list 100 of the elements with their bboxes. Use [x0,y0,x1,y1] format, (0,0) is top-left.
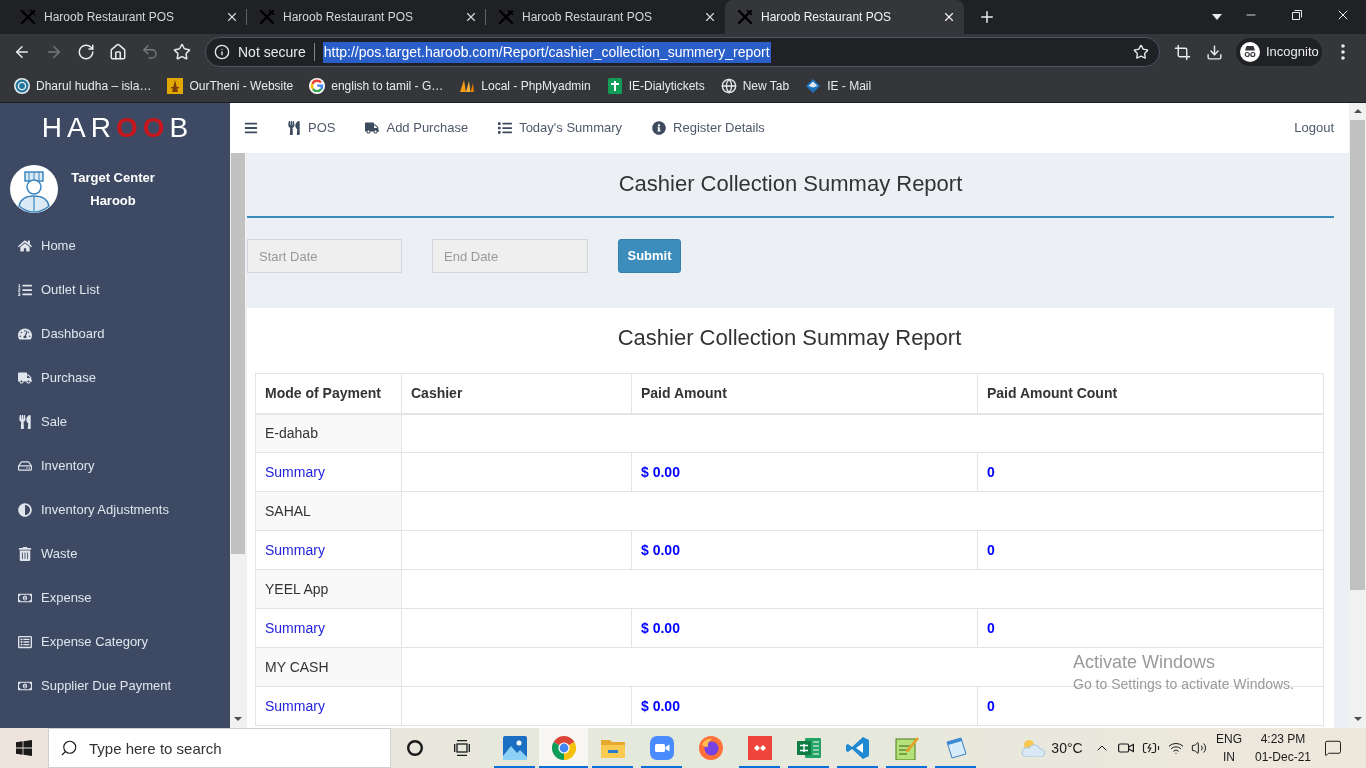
scroll-down-arrow-icon[interactable] [1353,717,1362,721]
close-icon [225,10,239,24]
crossed-utensils-icon [20,9,36,25]
sidebar-item[interactable]: Sale [0,400,230,444]
bookmark[interactable]: Dharul hudha – isla… [6,72,160,100]
numbered-list-icon [18,283,32,297]
bookmark[interactable]: Local - PhpMyadmin [451,72,599,100]
star-icon[interactable] [1133,44,1149,60]
language-button[interactable]: ENG IN [1210,728,1248,768]
fork-knife-icon [287,121,301,135]
outlet-name: Haroob [90,192,136,210]
vertical-dots-icon [1341,44,1345,60]
nav-link[interactable]: POS [272,103,351,153]
window-panes-icon [16,740,32,756]
picture-icon [502,736,527,760]
camera-icon [1118,742,1134,754]
home-icon [109,43,127,61]
paid-amount: $ 0.00 [641,541,680,558]
diamonds-icon [747,736,772,760]
taskbar-app-button[interactable] [539,728,588,768]
list-icon [18,635,32,649]
menu-icon [244,121,258,135]
url-text: http://pos.target.haroob.com/Report/cashier_collection_summery_report [322,41,771,63]
sidebar-item[interactable]: Inventory [0,444,230,488]
taskbar-search-field[interactable]: Type here to search [48,728,391,768]
download-icon [1205,43,1223,61]
folder-icon [600,738,625,758]
bookmark[interactable]: IE-Dialytickets [598,72,713,100]
submit-button[interactable]: Submit [618,239,681,273]
clock-button[interactable]: 4:23 PM 01-Dec-21 [1248,728,1318,768]
paid-amount: $ 0.00 [641,697,680,714]
diamond-logo-icon [805,78,822,94]
notepad-icon [943,736,968,760]
ring-icon [407,740,423,756]
task-view-icon [453,740,472,756]
bookmark[interactable]: OurTheni - Website [159,72,302,100]
nav-link[interactable]: Today's Summary [483,103,638,153]
fork-knife-icon [18,415,32,429]
sidebar-item[interactable]: Home [0,224,230,268]
logout-link[interactable]: Logout [1294,118,1334,138]
close-icon [942,10,956,24]
crossed-utensils-icon [737,9,753,25]
weather-button[interactable]: 30°C [1012,728,1090,768]
star-icon [173,43,191,61]
sidebar-item[interactable]: Purchase [0,356,230,400]
close-icon [703,10,717,24]
crossed-utensils-icon [259,9,275,25]
scrollbar-thumb[interactable] [231,153,245,554]
restore-icon [1292,10,1302,20]
scroll-down-arrow-icon[interactable] [234,717,242,721]
bookmark[interactable]: New Tab [712,72,798,100]
sidebar-item[interactable]: Supplier Due Payment [0,664,230,708]
code-ribbon-icon [845,736,870,760]
summary-link[interactable]: Summary [265,697,325,714]
browser-tab[interactable]: Haroob Restaurant POS [8,0,247,34]
chef-avatar-icon [10,165,58,213]
activation-subtitle: Go to Settings to activate Windows. [1073,675,1294,694]
start-date-field[interactable]: Start Date [247,239,402,273]
summary-link[interactable]: Summary [265,463,325,480]
sidebar-item[interactable]: Dashboard [0,312,230,356]
sailboat-logo-icon [459,78,476,94]
home-icon [18,239,32,253]
wifi-icon [1168,740,1184,756]
search-icon [60,739,78,757]
security-chip[interactable]: Not secure [214,41,306,63]
undo-icon [141,43,159,61]
bookmark[interactable]: IE - Mail [797,72,880,100]
nav-link[interactable]: Register Details [637,103,780,153]
browser-tab[interactable]: Haroob Restaurant POS [486,0,725,34]
info-icon [214,44,230,60]
activation-title: Activate Windows [1073,651,1217,673]
column-header: Mode of Payment [265,384,381,401]
end-date-field[interactable]: End Date [432,239,588,273]
bookmark[interactable]: english to tamil - G… [301,72,452,100]
profile-button[interactable]: Incognito [1236,38,1322,66]
paid-count: 0 [987,541,995,558]
column-header: Paid Amount [641,384,727,401]
browser-tab[interactable]: Haroob Restaurant POS [725,0,964,34]
paid-count: 0 [987,697,995,714]
gauge-icon [18,327,32,341]
sidebar-item[interactable]: Waste [0,532,230,576]
trash-icon [18,547,32,561]
nav-link[interactable]: Add Purchase [350,103,484,153]
sidebar-item[interactable]: Expense Category [0,620,230,664]
table-cell: MY CASH [255,647,402,687]
notepad-pen-icon [894,736,919,760]
scrollbar-thumb[interactable] [1350,120,1365,590]
sidebar-item[interactable]: Outlet List [0,268,230,312]
sidebar-item[interactable]: Expense [0,576,230,620]
paid-count: 0 [987,463,995,480]
summary-link[interactable]: Summary [265,541,325,558]
scroll-up-arrow-icon[interactable] [1353,109,1362,113]
browser-tab[interactable]: Haroob Restaurant POS [247,0,486,34]
crop-icon [1173,43,1191,61]
truck-icon [365,121,380,135]
hat-glasses-icon [1240,42,1260,62]
ring-logo-icon [14,78,30,94]
sidebar-item[interactable]: Inventory Adjustments [0,488,230,532]
summary-link[interactable]: Summary [265,619,325,636]
address-bar[interactable]: Not secure http://pos.target.haroob.com/Report/cashier_collection_summery_report [205,37,1160,67]
